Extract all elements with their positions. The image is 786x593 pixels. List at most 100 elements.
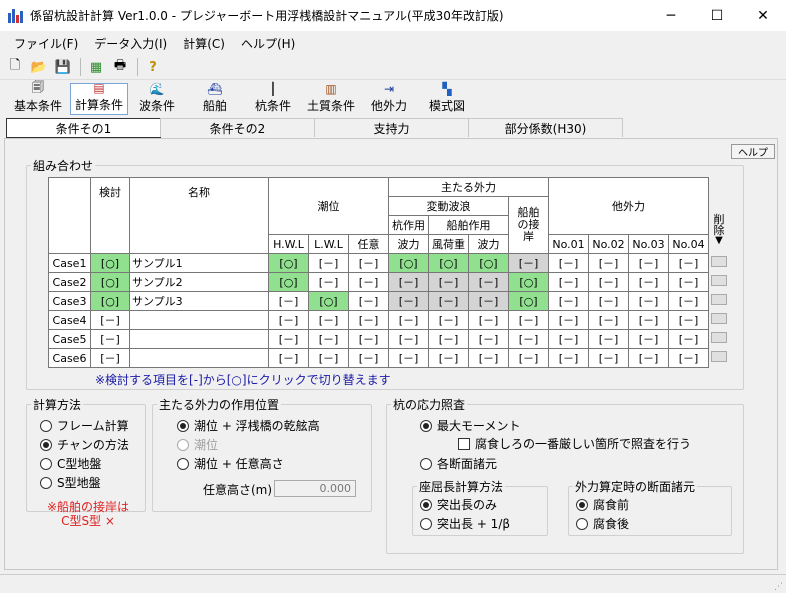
toggle-any-cell[interactable]: [－] [348,272,389,292]
menu-help[interactable]: ヘルプ(H) [233,35,303,52]
arbitrary-height-input[interactable]: 0.000 [274,480,356,497]
tab-conditions-1[interactable]: 条件その1 [6,118,161,138]
toggle-no3-cell[interactable]: [－] [628,272,669,292]
case-name-cell[interactable]: サンプル2 [129,272,269,292]
toggle-wave-cell[interactable]: [○] [388,253,429,273]
menu-data-input[interactable]: データ入力(I) [86,35,175,52]
schematic-button[interactable]: ▚ 模式図 [418,82,476,115]
radio-buckling-0[interactable]: 突出長のみ [420,496,497,513]
toggle-check-cell[interactable]: [－] [90,329,130,349]
print-icon[interactable]: 🖶 [109,57,131,77]
toggle-no1-cell[interactable]: [－] [548,272,589,292]
radio-calc-method-1[interactable]: チャンの方法 [40,436,129,453]
case-name-cell[interactable] [129,310,269,330]
toggle-wave2-cell[interactable]: [－] [468,310,509,330]
close-button[interactable]: ✕ [740,0,786,31]
toggle-no1-cell[interactable]: [－] [548,253,589,273]
delete-row-button[interactable] [711,351,727,362]
toggle-wind-cell[interactable]: [－] [428,348,469,368]
toggle-berth-cell[interactable]: [－] [508,348,549,368]
toggle-berth-cell[interactable]: [－] [508,329,549,349]
toggle-wind-cell[interactable]: [－] [428,291,469,311]
radio-calc-method-2[interactable]: C型地盤 [40,455,101,472]
toggle-no2-cell[interactable]: [－] [588,310,629,330]
tab-bearing-capacity[interactable]: 支持力 [314,118,469,137]
toggle-wind-cell[interactable]: [－] [428,329,469,349]
basic-conditions-button[interactable]: 🗐 基本条件 [6,80,70,115]
toggle-berth-cell[interactable]: [○] [508,291,549,311]
toggle-no4-cell[interactable]: [－] [668,253,709,273]
soil-conditions-button[interactable]: ▥ 土質条件 [302,82,360,115]
tab-partial-factors[interactable]: 部分係数(H30) [468,118,623,137]
toggle-wind-cell[interactable]: [－] [428,310,469,330]
delete-row-button[interactable] [711,332,727,343]
toggle-wave-cell[interactable]: [－] [388,310,429,330]
toggle-any-cell[interactable]: [－] [348,253,389,273]
toggle-no3-cell[interactable]: [－] [628,329,669,349]
minimize-button[interactable]: ─ [648,0,694,31]
corrosion-checkbox[interactable]: 腐食しろの一番厳しい箇所で照査を行う [458,435,691,452]
toggle-hwl-cell[interactable]: [－] [268,310,309,330]
toggle-lwl-cell[interactable]: [－] [308,253,349,273]
help-icon[interactable]: ? [142,57,164,77]
toggle-no2-cell[interactable]: [－] [588,348,629,368]
toggle-no2-cell[interactable]: [－] [588,272,629,292]
toggle-wave2-cell[interactable]: [－] [468,348,509,368]
case-name-cell[interactable] [129,348,269,368]
toggle-lwl-cell[interactable]: [－] [308,329,349,349]
ship-button[interactable]: ⛴ 船舶 [186,82,244,115]
maximize-button[interactable]: ☐ [694,0,740,31]
delete-row-button[interactable] [711,275,727,286]
tab-conditions-2[interactable]: 条件その2 [160,118,315,137]
radio-external-section-0[interactable]: 腐食前 [576,496,629,513]
calculate-icon[interactable]: ▦ [85,57,107,77]
toggle-check-cell[interactable]: [－] [90,348,130,368]
toggle-check-cell[interactable]: [－] [90,310,130,330]
toggle-check-cell[interactable]: [○] [90,253,130,273]
toggle-no2-cell[interactable]: [－] [588,253,629,273]
case-name-cell[interactable]: サンプル3 [129,291,269,311]
radio-force-position-0[interactable]: 潮位 + 浮桟橋の乾舷高 [177,417,320,434]
radio-calc-method-3[interactable]: S型地盤 [40,474,101,491]
radio-calc-method-0[interactable]: フレーム計算 [40,417,129,434]
toggle-no3-cell[interactable]: [－] [628,291,669,311]
toggle-no4-cell[interactable]: [－] [668,291,709,311]
toggle-lwl-cell[interactable]: [－] [308,272,349,292]
pile-conditions-button[interactable]: ┃ 杭条件 [244,82,302,115]
new-file-icon[interactable]: 🗋 [4,57,26,77]
radio-max-moment[interactable]: 最大モーメント [420,417,521,434]
delete-row-button[interactable] [711,294,727,305]
case-name-cell[interactable]: サンプル1 [129,253,269,273]
toggle-hwl-cell[interactable]: [○] [268,272,309,292]
open-folder-icon[interactable]: 📂 [28,57,50,77]
radio-external-section-1[interactable]: 腐食後 [576,515,629,532]
toggle-no4-cell[interactable]: [－] [668,272,709,292]
toggle-wave-cell[interactable]: [－] [388,329,429,349]
toggle-lwl-cell[interactable]: [－] [308,348,349,368]
toggle-wind-cell[interactable]: [○] [428,253,469,273]
toggle-hwl-cell[interactable]: [－] [268,329,309,349]
toggle-any-cell[interactable]: [－] [348,310,389,330]
other-forces-button[interactable]: ⇥ 他外力 [360,82,418,115]
toggle-lwl-cell[interactable]: [－] [308,310,349,330]
toggle-any-cell[interactable]: [－] [348,348,389,368]
toggle-check-cell[interactable]: [○] [90,291,130,311]
toggle-no2-cell[interactable]: [－] [588,329,629,349]
toggle-no1-cell[interactable]: [－] [548,310,589,330]
menu-calculate[interactable]: 計算(C) [175,35,233,52]
toggle-wave-cell[interactable]: [－] [388,272,429,292]
toggle-hwl-cell[interactable]: [○] [268,253,309,273]
toggle-no3-cell[interactable]: [－] [628,253,669,273]
toggle-check-cell[interactable]: [○] [90,272,130,292]
toggle-berth-cell[interactable]: [－] [508,310,549,330]
toggle-lwl-cell[interactable]: [○] [308,291,349,311]
toggle-any-cell[interactable]: [－] [348,329,389,349]
toggle-wave2-cell[interactable]: [－] [468,272,509,292]
toggle-no3-cell[interactable]: [－] [628,310,669,330]
toggle-wave2-cell[interactable]: [－] [468,329,509,349]
radio-each-section[interactable]: 各断面諸元 [420,455,497,472]
toggle-any-cell[interactable]: [－] [348,291,389,311]
toggle-no1-cell[interactable]: [－] [548,329,589,349]
case-name-cell[interactable] [129,329,269,349]
toggle-no4-cell[interactable]: [－] [668,310,709,330]
